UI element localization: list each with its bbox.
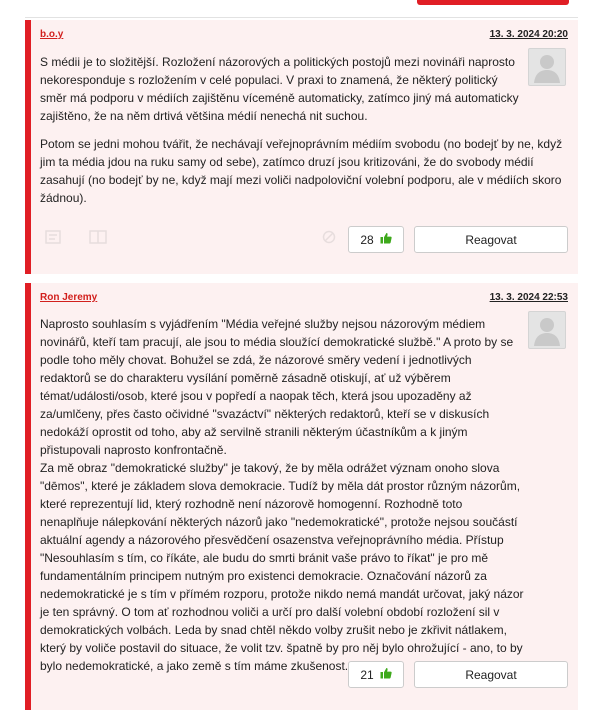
comment-card: b.o.y 13. 3. 2024 20:20 S médii je to sl… [25,20,578,274]
comment-paragraph: Za mě obraz "demokratické služby" je tak… [40,461,524,673]
divider [25,17,578,18]
comment-date: 13. 3. 2024 20:20 [489,29,568,40]
like-button[interactable]: 21 [348,661,404,688]
quote-icon [45,230,61,249]
comment-author-link[interactable]: Ron Jeremy [40,292,97,303]
comment-date: 13. 3. 2024 22:53 [489,292,568,303]
comment-body: S médii je to složitější. Rozložení názo… [40,53,562,217]
reply-button[interactable]: Reagovat [414,661,568,688]
thumbs-up-icon [380,667,392,682]
avatar-placeholder-icon [528,311,566,349]
block-icon [322,230,336,249]
avatar-placeholder-icon [528,48,566,86]
top-accent-bar [417,0,569,5]
like-count: 28 [360,232,374,247]
comment-body: Naprosto souhlasím s vyjádřením "Média v… [40,315,524,675]
comment-paragraph: S médii je to složitější. Rozložení názo… [40,55,519,123]
comment-paragraph: Naprosto souhlasím s vyjádřením "Média v… [40,317,514,457]
like-count: 21 [360,667,374,682]
comment-author-link[interactable]: b.o.y [40,29,63,40]
thumbs-up-icon [380,232,392,247]
reply-button[interactable]: Reagovat [414,226,568,253]
comment-paragraph: Potom se jedni mohou tvářit, že nechávaj… [40,137,563,205]
like-button[interactable]: 28 [348,226,404,253]
comment-card: Ron Jeremy 13. 3. 2024 22:53 Naprosto so… [25,283,578,710]
comment-actions: 28 Reagovat [31,224,578,254]
comment-actions: 21 Reagovat [31,659,578,689]
thread-icon [89,230,107,249]
